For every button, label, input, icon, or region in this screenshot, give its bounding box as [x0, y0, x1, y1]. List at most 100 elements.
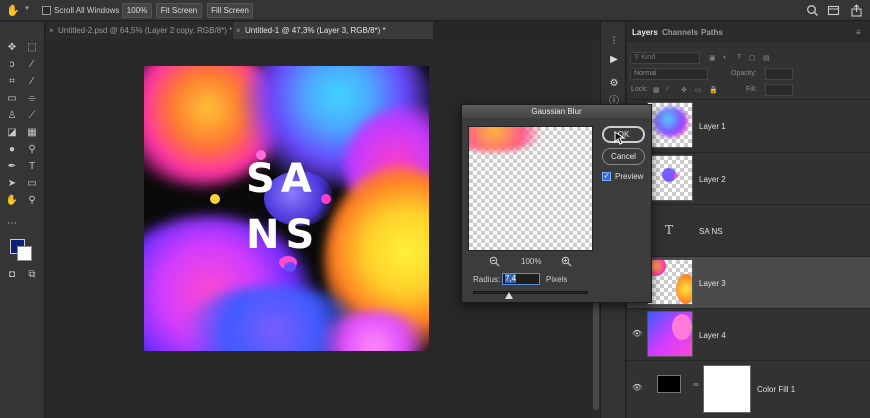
zoom-level: 100%	[521, 257, 542, 266]
path-select-tool-icon[interactable]: ➤	[5, 177, 19, 191]
layer-name[interactable]: Layer 4	[699, 331, 726, 340]
mouse-cursor-icon	[614, 131, 626, 145]
radius-label: Radius:	[473, 275, 501, 284]
blur-preview[interactable]	[468, 126, 593, 251]
layer-name[interactable]: Color Fill 1	[757, 385, 795, 394]
filter-kind-label: Kind	[641, 54, 656, 61]
tab-untitled-1[interactable]: × Untitled-1 @ 47,3% (Layer 3, RGB/8*) *	[233, 22, 433, 39]
screen-mode-icon[interactable]: ⧉	[25, 268, 39, 282]
layer-row-color-fill-1[interactable]: 👁 ∞ Color Fill 1	[627, 360, 870, 418]
scroll-all-windows-label: Scroll All Windows	[54, 6, 120, 15]
lock-artboard-icon[interactable]: ▭	[695, 86, 702, 94]
opacity-field[interactable]	[765, 68, 793, 80]
tab-label: Untitled-1 @ 47,3% (Layer 3, RGB/8*) *	[245, 26, 386, 35]
background-color-swatch[interactable]	[17, 246, 32, 261]
healing-brush-tool-icon[interactable]: ⌯	[25, 92, 39, 106]
share-icon[interactable]	[850, 4, 863, 17]
eraser-tool-icon[interactable]: ◪	[5, 126, 19, 140]
crop-tool-icon[interactable]: ⌗	[5, 75, 19, 89]
zoom-tool-icon[interactable]: ⚲	[25, 194, 39, 208]
layer-mask-thumbnail	[703, 365, 751, 413]
quick-select-tool-icon[interactable]: ⁄	[25, 58, 39, 72]
eyedropper-tool-icon[interactable]: ⁄	[25, 75, 39, 89]
layer-name[interactable]: Layer 1	[699, 122, 726, 131]
layer-name[interactable]: SA NS	[699, 227, 723, 236]
filter-type-icon[interactable]: T	[737, 54, 741, 61]
artwork-text-line-1: SA	[246, 156, 318, 202]
layer-row-layer-1[interactable]: Layer 1	[627, 99, 870, 152]
radius-value: 7,4	[505, 274, 517, 283]
type-tool-icon[interactable]: T	[25, 160, 39, 174]
frame-tool-icon[interactable]: ▭	[5, 92, 19, 106]
more-tools-icon[interactable]: ⋯	[5, 217, 19, 231]
marquee-tool-icon[interactable]: ⬚	[25, 41, 39, 55]
radius-input[interactable]: 7,4	[502, 273, 540, 285]
visibility-eye-icon[interactable]: 👁	[632, 329, 642, 338]
history-icon[interactable]: ⫶	[608, 36, 620, 48]
gradient-tool-icon[interactable]: ▦	[25, 126, 39, 140]
layer-name[interactable]: Layer 3	[699, 279, 726, 288]
text-layer-icon: T	[665, 223, 674, 237]
panel-menu-icon[interactable]: ≡	[856, 28, 861, 37]
move-tool-icon[interactable]: ✥	[5, 41, 19, 55]
stamp-tool-icon[interactable]: ♙	[5, 109, 19, 123]
tab-layers[interactable]: Layers	[632, 28, 658, 37]
layer-row-layer-3[interactable]: Layer 3	[627, 256, 870, 308]
fit-screen-button[interactable]: Fit Screen	[156, 3, 202, 18]
tab-paths[interactable]: Paths	[701, 28, 723, 37]
cancel-button[interactable]: Cancel	[602, 148, 645, 165]
lock-position-icon[interactable]: ✥	[681, 86, 687, 94]
lock-pixels-icon[interactable]: ▦	[653, 86, 660, 94]
artwork-text-line-2: NS	[246, 212, 321, 258]
tab-channels[interactable]: Channels	[662, 28, 698, 37]
quick-mask-icon[interactable]: ◘	[5, 268, 19, 282]
blur-tool-icon[interactable]: ●	[5, 143, 19, 157]
zoom-out-icon[interactable]	[489, 256, 500, 267]
fill-field[interactable]	[765, 84, 793, 96]
tab-label: Untitled-2.psd @ 64,5% (Layer 2 copy, RG…	[58, 26, 233, 35]
panel-tabs: Layers Channels Paths ≡	[627, 22, 870, 42]
lasso-tool-icon[interactable]: ↄ	[5, 58, 19, 72]
pen-tool-icon[interactable]: ✒	[5, 160, 19, 174]
lock-paint-icon[interactable]: ⁄	[667, 86, 668, 93]
filter-adjustment-icon[interactable]: ◐	[723, 54, 727, 61]
filter-shape-icon[interactable]: ▢	[749, 54, 756, 62]
tools-panel: ✥ ⬚ ↄ ⁄ ⌗ ⁄ ▭ ⌯ ♙ ⟋ ◪ ▦ ● ⚲ ✒ T ➤ ▭ ✋ ⚲ …	[0, 22, 45, 418]
layer-row-layer-2[interactable]: Layer 2	[627, 152, 870, 204]
dodge-tool-icon[interactable]: ⚲	[25, 143, 39, 157]
document-tabs: × Untitled-2.psd @ 64,5% (Layer 2 copy, …	[46, 22, 600, 39]
workspace-icon[interactable]	[827, 4, 840, 17]
zoom-100-button[interactable]: 100%	[122, 3, 152, 18]
actions-play-icon[interactable]: ▶	[608, 54, 620, 66]
search-icon[interactable]	[806, 4, 819, 17]
close-tab-icon[interactable]: ×	[49, 22, 54, 39]
radius-slider[interactable]	[473, 291, 588, 294]
radius-slider-thumb[interactable]	[505, 292, 513, 299]
adjustments-icon[interactable]: ⚙	[608, 78, 620, 90]
preview-checkbox[interactable]: ✓	[602, 172, 611, 181]
brush-tool-icon[interactable]: ⟋	[25, 109, 39, 123]
artwork-canvas[interactable]: SA NS	[144, 66, 429, 351]
layer-row-sa-ns[interactable]: T SA NS	[627, 204, 870, 256]
zoom-in-icon[interactable]	[561, 256, 572, 267]
fill-screen-button[interactable]: Fill Screen	[207, 3, 253, 18]
hand-tool-icon[interactable]: ✋	[6, 4, 24, 18]
shape-tool-icon[interactable]: ▭	[25, 177, 39, 191]
hand-tool-sidebar-icon[interactable]: ✋	[5, 194, 19, 208]
close-tab-icon[interactable]: ×	[236, 22, 241, 39]
tab-untitled-2[interactable]: × Untitled-2.psd @ 64,5% (Layer 2 copy, …	[46, 22, 232, 39]
visibility-eye-icon[interactable]: 👁	[632, 383, 642, 392]
layer-filter-field[interactable]: ⚲ Kind	[630, 52, 700, 64]
lock-label: Lock:	[631, 86, 648, 93]
scroll-all-windows-checkbox[interactable]	[42, 6, 51, 15]
layer-row-layer-4[interactable]: 👁 Layer 4	[627, 308, 870, 360]
lock-all-icon[interactable]: 🔒	[709, 86, 718, 94]
filter-smart-object-icon[interactable]: ▤	[763, 54, 770, 62]
filter-pixel-icon[interactable]: ▣	[709, 54, 716, 62]
layer-thumbnail	[647, 311, 693, 357]
tool-preset-caret-icon[interactable]: ▼	[24, 6, 30, 12]
blend-mode-select[interactable]: Normal	[630, 68, 708, 80]
link-icon[interactable]: ∞	[693, 380, 699, 389]
layer-name[interactable]: Layer 2	[699, 175, 726, 184]
layer-thumbnail	[647, 155, 693, 201]
